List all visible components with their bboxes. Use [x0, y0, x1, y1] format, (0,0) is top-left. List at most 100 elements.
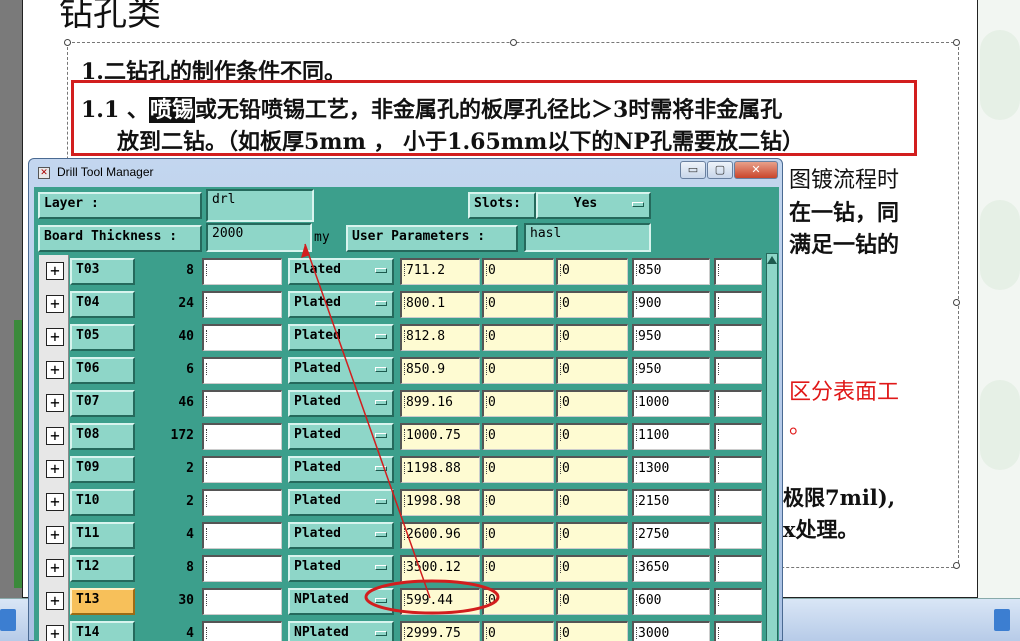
- extra-field[interactable]: [714, 621, 762, 641]
- tool-name-button[interactable]: T03: [70, 258, 135, 285]
- close-button[interactable]: ✕: [734, 161, 778, 179]
- finished-size-field[interactable]: 1000: [632, 390, 710, 417]
- drill-size-field[interactable]: 812.8: [400, 324, 480, 351]
- tolerance-minus-field[interactable]: 0: [556, 555, 628, 582]
- expand-icon[interactable]: +: [46, 493, 64, 511]
- finished-size-field[interactable]: 850: [632, 258, 710, 285]
- tool-comment-field[interactable]: [202, 324, 282, 351]
- tolerance-minus-field[interactable]: 0: [556, 324, 628, 351]
- tolerance-minus-field[interactable]: 0: [556, 456, 628, 483]
- expand-icon[interactable]: +: [46, 460, 64, 478]
- vertical-scrollbar[interactable]: [765, 253, 779, 641]
- tolerance-plus-field[interactable]: 0: [482, 621, 554, 641]
- plating-dropdown[interactable]: Plated: [288, 258, 394, 285]
- extra-field[interactable]: [714, 291, 762, 318]
- tolerance-minus-field[interactable]: 0: [556, 258, 628, 285]
- expand-icon[interactable]: +: [46, 328, 64, 346]
- minimize-button[interactable]: ▭: [680, 161, 706, 179]
- expand-icon[interactable]: +: [46, 592, 64, 610]
- tool-comment-field[interactable]: [202, 489, 282, 516]
- tool-comment-field[interactable]: [202, 522, 282, 549]
- drill-size-field[interactable]: 2600.96: [400, 522, 480, 549]
- drill-size-field[interactable]: 3500.12: [400, 555, 480, 582]
- scroll-up-arrow-icon[interactable]: [767, 256, 777, 264]
- tolerance-minus-field[interactable]: 0: [556, 390, 628, 417]
- user-parameters-field[interactable]: hasl: [524, 223, 651, 252]
- taskbar-button[interactable]: [994, 609, 1010, 631]
- extra-field[interactable]: [714, 489, 762, 516]
- tool-name-button[interactable]: T04: [70, 291, 135, 318]
- drill-size-field[interactable]: 2999.75: [400, 621, 480, 641]
- tolerance-plus-field[interactable]: 0: [482, 324, 554, 351]
- extra-field[interactable]: [714, 522, 762, 549]
- extra-field[interactable]: [714, 555, 762, 582]
- tool-comment-field[interactable]: [202, 390, 282, 417]
- finished-size-field[interactable]: 3000: [632, 621, 710, 641]
- resize-handle[interactable]: [953, 299, 960, 306]
- drill-size-field[interactable]: 899.16: [400, 390, 480, 417]
- expand-icon[interactable]: +: [46, 394, 64, 412]
- tolerance-plus-field[interactable]: 0: [482, 423, 554, 450]
- taskbar-button[interactable]: [0, 609, 16, 631]
- resize-handle[interactable]: [64, 39, 71, 46]
- drill-size-field[interactable]: 800.1: [400, 291, 480, 318]
- drill-size-field[interactable]: 850.9: [400, 357, 480, 384]
- tolerance-plus-field[interactable]: 0: [482, 588, 554, 615]
- tolerance-plus-field[interactable]: 0: [482, 390, 554, 417]
- tool-name-button[interactable]: T10: [70, 489, 135, 516]
- expand-icon[interactable]: +: [46, 559, 64, 577]
- drill-size-field[interactable]: 1198.88: [400, 456, 480, 483]
- tool-comment-field[interactable]: [202, 588, 282, 615]
- tolerance-plus-field[interactable]: 0: [482, 291, 554, 318]
- tolerance-minus-field[interactable]: 0: [556, 522, 628, 549]
- tolerance-plus-field[interactable]: 0: [482, 357, 554, 384]
- extra-field[interactable]: [714, 390, 762, 417]
- plating-dropdown[interactable]: Plated: [288, 489, 394, 516]
- extra-field[interactable]: [714, 423, 762, 450]
- plating-dropdown[interactable]: Plated: [288, 456, 394, 483]
- plating-dropdown[interactable]: Plated: [288, 324, 394, 351]
- tolerance-minus-field[interactable]: 0: [556, 357, 628, 384]
- extra-field[interactable]: [714, 357, 762, 384]
- finished-size-field[interactable]: 1100: [632, 423, 710, 450]
- extra-field[interactable]: [714, 324, 762, 351]
- finished-size-field[interactable]: 600: [632, 588, 710, 615]
- tool-name-button[interactable]: T13: [70, 588, 135, 615]
- tool-name-button[interactable]: T07: [70, 390, 135, 417]
- tolerance-plus-field[interactable]: 0: [482, 555, 554, 582]
- tolerance-minus-field[interactable]: 0: [556, 621, 628, 641]
- tolerance-plus-field[interactable]: 0: [482, 258, 554, 285]
- tolerance-plus-field[interactable]: 0: [482, 489, 554, 516]
- tool-comment-field[interactable]: [202, 423, 282, 450]
- plating-dropdown[interactable]: NPlated: [288, 621, 394, 641]
- tool-comment-field[interactable]: [202, 258, 282, 285]
- tolerance-minus-field[interactable]: 0: [556, 291, 628, 318]
- finished-size-field[interactable]: 2150: [632, 489, 710, 516]
- resize-handle[interactable]: [953, 562, 960, 569]
- board-thickness-field[interactable]: 2000: [206, 223, 312, 252]
- resize-handle[interactable]: [510, 39, 517, 46]
- tool-name-button[interactable]: T06: [70, 357, 135, 384]
- expand-icon[interactable]: +: [46, 526, 64, 544]
- resize-handle[interactable]: [953, 39, 960, 46]
- expand-icon[interactable]: +: [46, 361, 64, 379]
- tool-name-button[interactable]: T05: [70, 324, 135, 351]
- tool-name-button[interactable]: T11: [70, 522, 135, 549]
- tolerance-minus-field[interactable]: 0: [556, 489, 628, 516]
- expand-icon[interactable]: +: [46, 625, 64, 641]
- finished-size-field[interactable]: 950: [632, 357, 710, 384]
- tool-comment-field[interactable]: [202, 555, 282, 582]
- tolerance-minus-field[interactable]: 0: [556, 423, 628, 450]
- tolerance-minus-field[interactable]: 0: [556, 588, 628, 615]
- tool-comment-field[interactable]: [202, 621, 282, 641]
- drill-size-field[interactable]: 711.2: [400, 258, 480, 285]
- extra-field[interactable]: [714, 588, 762, 615]
- tool-name-button[interactable]: T09: [70, 456, 135, 483]
- plating-dropdown[interactable]: Plated: [288, 555, 394, 582]
- plating-dropdown[interactable]: Plated: [288, 357, 394, 384]
- tool-name-button[interactable]: T08: [70, 423, 135, 450]
- extra-field[interactable]: [714, 456, 762, 483]
- expand-icon[interactable]: +: [46, 295, 64, 313]
- finished-size-field[interactable]: 1300: [632, 456, 710, 483]
- tool-comment-field[interactable]: [202, 456, 282, 483]
